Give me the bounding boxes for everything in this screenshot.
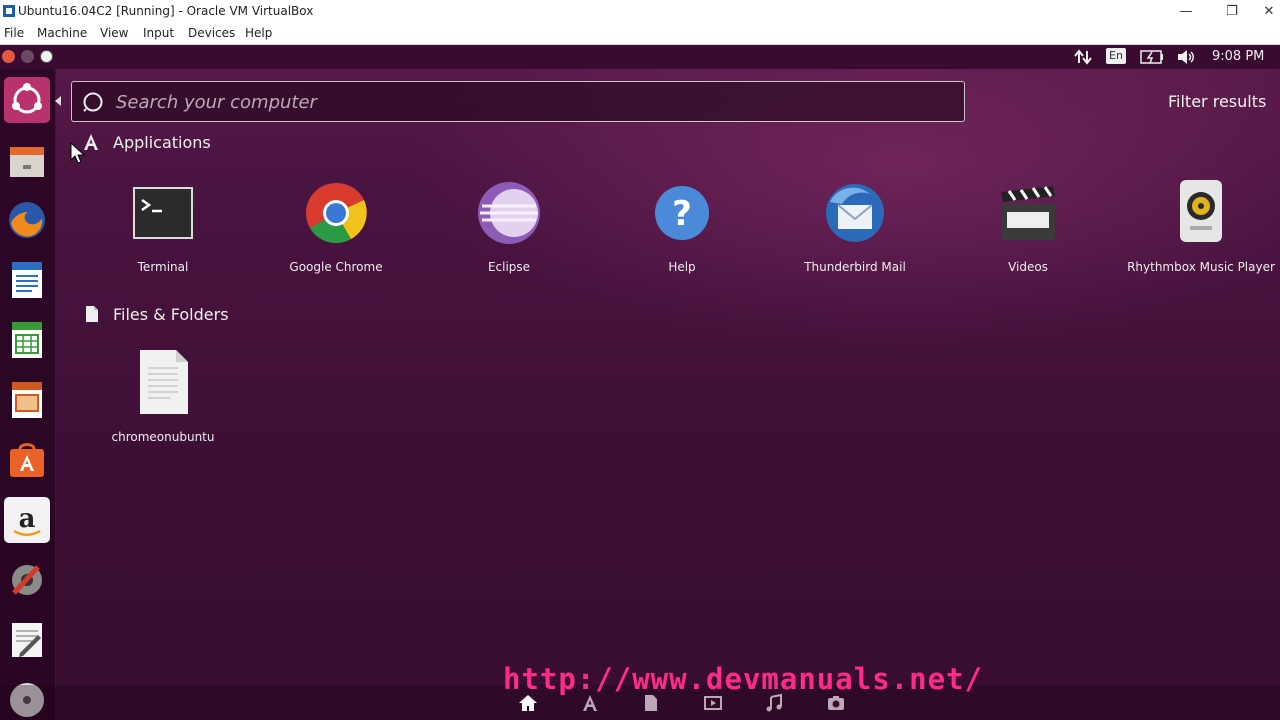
menu-input[interactable]: Input xyxy=(143,26,174,40)
terminal-icon xyxy=(133,187,193,239)
files-category-icon xyxy=(86,306,98,322)
app-label: Thunderbird Mail xyxy=(804,260,906,274)
ubuntu-dash-icon[interactable] xyxy=(4,77,50,123)
host-title-bar: Ubuntu16.04C2 [Running] - Oracle VM Virt… xyxy=(0,0,1280,24)
music-lens-icon[interactable] xyxy=(764,693,784,713)
app-help[interactable]: ? Help xyxy=(607,178,757,275)
files-lens-icon[interactable] xyxy=(641,693,661,713)
calc-icon[interactable] xyxy=(4,317,50,363)
videos-lens-icon[interactable] xyxy=(703,693,723,713)
mouse-cursor-icon xyxy=(70,142,86,164)
firefox-icon[interactable] xyxy=(4,197,50,243)
impress-icon[interactable] xyxy=(4,377,50,423)
app-rhythmbox-music-player[interactable]: Rhythmbox Music Player xyxy=(1126,178,1276,275)
document-icon xyxy=(140,350,188,414)
menu-view[interactable]: View xyxy=(100,26,128,40)
chrome-icon xyxy=(306,183,367,244)
dash-maximize-button[interactable] xyxy=(40,50,53,63)
home-lens-icon[interactable] xyxy=(518,693,538,713)
thunderbird-icon xyxy=(826,184,884,242)
amazon-icon[interactable]: a xyxy=(4,497,50,543)
app-google-chrome[interactable]: Google Chrome xyxy=(261,178,411,275)
app-label: Eclipse xyxy=(487,260,531,274)
app-label: Help xyxy=(668,260,696,274)
menu-file[interactable]: File xyxy=(4,26,24,40)
restore-button[interactable]: ❐ xyxy=(1217,2,1247,22)
applications-lens-icon[interactable] xyxy=(580,693,600,713)
file-chromeonubuntu[interactable]: chromeonubuntu xyxy=(88,348,238,445)
files-icon[interactable] xyxy=(4,137,50,183)
clock[interactable]: 9:08 PM xyxy=(1212,49,1264,64)
menu-machine[interactable]: Machine xyxy=(37,26,87,40)
battery-icon[interactable] xyxy=(1140,50,1164,64)
filter-results-button[interactable]: Filter results xyxy=(1168,92,1266,111)
network-transfer-icon[interactable] xyxy=(1074,49,1092,65)
app-label: Google Chrome xyxy=(289,260,383,274)
rhythmbox-icon xyxy=(1180,180,1222,242)
search-icon xyxy=(83,92,103,112)
writer-icon[interactable] xyxy=(4,257,50,303)
menu-devices[interactable]: Devices xyxy=(188,26,235,40)
app-thunderbird-mail[interactable]: Thunderbird Mail xyxy=(780,178,930,275)
minimize-button[interactable]: — xyxy=(1171,2,1201,22)
ubuntu-desktop: En 9:08 PM a Search your computer Filter… xyxy=(0,45,1280,720)
help-icon: ? xyxy=(655,186,709,240)
close-button[interactable]: ✕ xyxy=(1258,2,1280,22)
app-terminal[interactable]: Terminal xyxy=(88,178,238,275)
host-window-title: Ubuntu16.04C2 [Running] - Oracle VM Virt… xyxy=(18,4,314,18)
app-label: Videos xyxy=(1008,260,1048,274)
app-label: Terminal xyxy=(137,260,189,274)
file-label: chromeonubuntu xyxy=(111,430,215,444)
volume-icon[interactable] xyxy=(1176,49,1196,65)
settings-icon[interactable] xyxy=(4,557,50,603)
host-menu-bar: File Machine View Input Devices Help xyxy=(0,24,1280,45)
search-box[interactable] xyxy=(71,81,965,123)
app-eclipse[interactable]: Eclipse xyxy=(434,178,584,275)
menu-help[interactable]: Help xyxy=(245,26,272,40)
files-folders-heading: Files & Folders xyxy=(113,305,229,324)
videos-icon xyxy=(1001,186,1055,240)
watermark-url: http://www.devmanuals.net/ xyxy=(503,662,983,696)
launcher: a xyxy=(0,69,56,720)
dash-close-button[interactable] xyxy=(2,50,15,63)
keyboard-language-indicator[interactable]: En xyxy=(1106,48,1126,64)
launcher-active-indicator xyxy=(55,96,61,106)
software-center-icon[interactable] xyxy=(4,437,50,483)
top-panel: En 9:08 PM xyxy=(0,45,1280,69)
dash-minimize-button[interactable] xyxy=(21,50,34,63)
svg-text:?: ? xyxy=(672,194,692,234)
text-editor-icon[interactable] xyxy=(4,617,50,663)
svg-text:a: a xyxy=(19,504,36,534)
search-input[interactable] xyxy=(114,82,938,123)
applications-heading: Applications xyxy=(113,133,211,152)
virtualbox-icon xyxy=(3,5,15,17)
app-videos[interactable]: Videos xyxy=(953,178,1103,275)
eclipse-icon xyxy=(478,182,540,244)
photos-lens-icon[interactable] xyxy=(826,693,846,713)
app-label: Rhythmbox Music Player xyxy=(1127,260,1275,274)
